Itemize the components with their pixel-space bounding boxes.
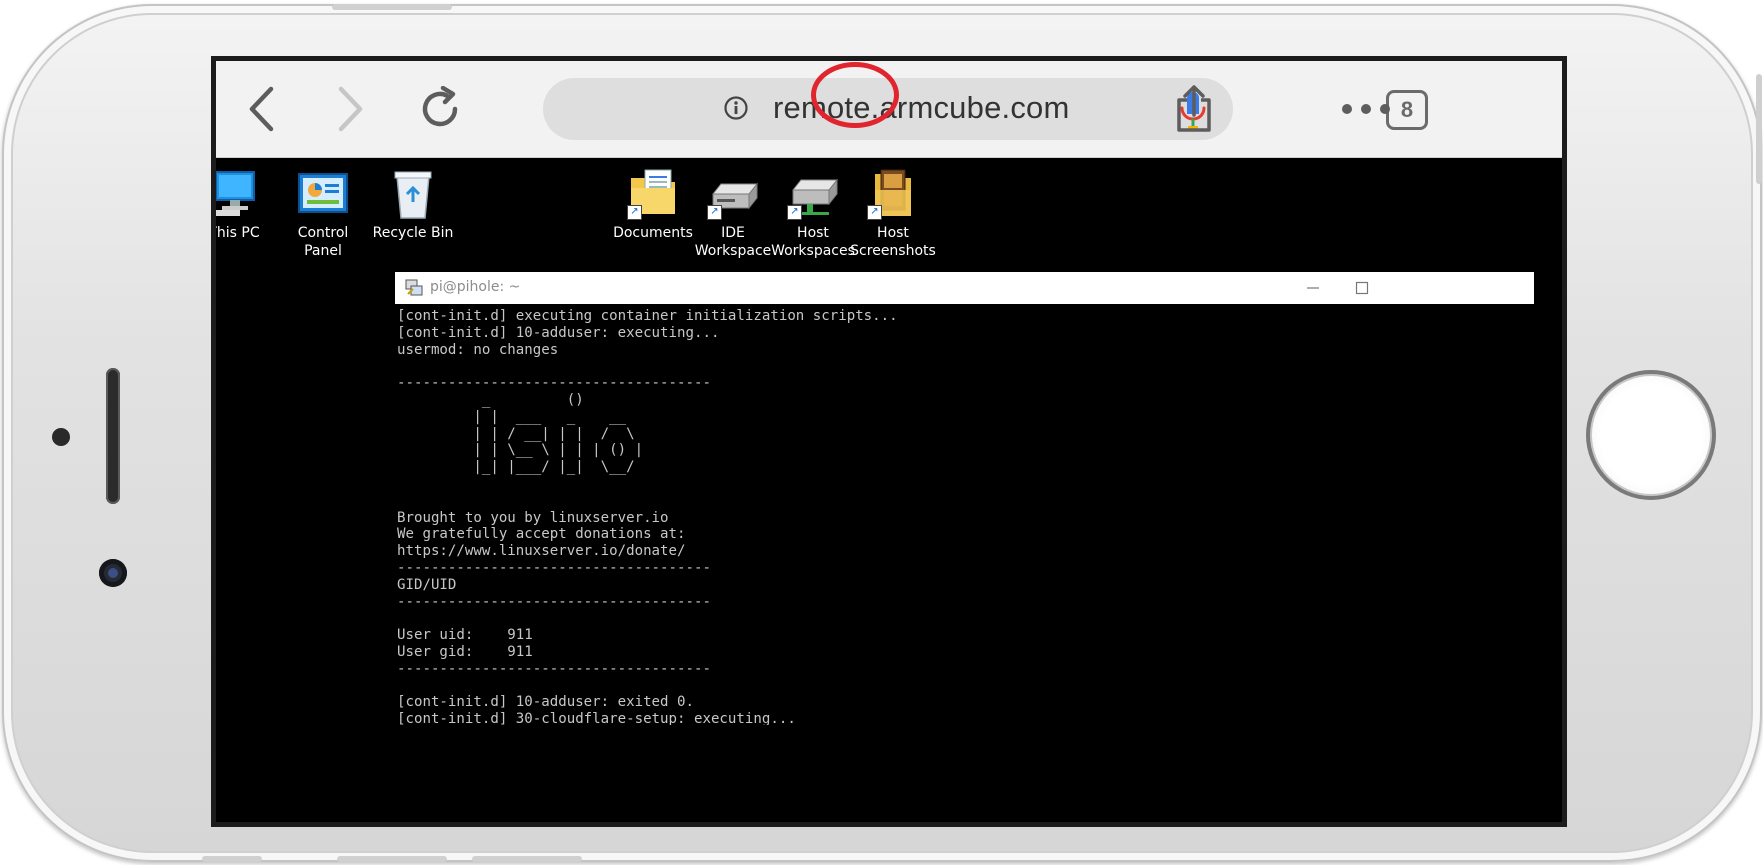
share-icon[interactable] (1164, 79, 1224, 139)
remote-desktop: This PC Control Panel Recycle Bin ↗ Docu… (216, 158, 1562, 822)
highlight-circle (811, 62, 899, 128)
terminal-line: [cont-init.d] 10-adduser: exited 0. (397, 694, 694, 711)
terminal-output[interactable]: [cont-init.d] executing container initia… (397, 308, 1527, 725)
terminal-line: [cont-init.d] executing container initia… (397, 308, 898, 324)
shortcut-arrow-icon: ↗ (707, 205, 722, 220)
mute-switch (202, 856, 262, 862)
terminal-line: ------------------------------------- (397, 559, 711, 576)
reload-icon[interactable] (410, 79, 470, 139)
power-button (1756, 74, 1762, 184)
desktop-icon-label: Host Screenshots (850, 225, 936, 259)
more-icon[interactable] (1336, 79, 1396, 139)
desktop-icon-recycle-bin[interactable]: Recycle Bin (368, 168, 458, 242)
desktop-icon-ide-workspace[interactable]: ↗ IDE Workspace (688, 168, 778, 260)
proximity-sensor (52, 428, 70, 446)
network-drive-icon: ↗ (787, 168, 839, 220)
terminal-line: User uid: 911 (397, 627, 533, 644)
desktop-icon-label: This PC (211, 225, 260, 241)
desktop-icon-host-screenshots[interactable]: ↗ Host Screenshots (848, 168, 938, 260)
terminal-line: ------------------------------------- (397, 375, 711, 392)
minimize-icon[interactable] (1298, 278, 1328, 298)
terminal-line: | | / __| | | / \ (397, 425, 635, 442)
terminal-title: pi@pihole: ~ (430, 279, 521, 295)
putty-icon (405, 278, 423, 303)
info-icon[interactable] (723, 95, 749, 126)
terminal-window[interactable]: pi@pihole: ~ [cont-init.d] executing con… (395, 272, 1534, 725)
volume-up-button (337, 856, 447, 862)
terminal-line: | | ___ _ __ (397, 408, 627, 425)
terminal-line: ------------------------------------- (397, 660, 711, 677)
desktop-icon-documents[interactable]: ↗ Documents (608, 168, 698, 242)
computer-icon (216, 168, 260, 220)
desktop-icon-host-workspaces[interactable]: ↗ Host Workspaces (768, 168, 858, 260)
volume-down-button (472, 856, 582, 862)
terminal-line: |_| |___/ |_| \__/ (397, 459, 635, 476)
desktop-icon-label: Documents (613, 225, 693, 241)
recycle-bin-icon (387, 168, 439, 220)
maximize-icon[interactable] (1347, 278, 1377, 298)
desktop-icon-label: Host Workspaces (771, 225, 855, 259)
terminal-line: ------------------------------------- (397, 593, 711, 610)
terminal-line: We gratefully accept donations at: (397, 526, 686, 543)
terminal-title-bar[interactable]: pi@pihole: ~ (395, 272, 1534, 304)
desktop-icon-label: Recycle Bin (372, 225, 454, 241)
drive-icon: ↗ (707, 168, 759, 220)
shortcut-arrow-icon: ↗ (867, 205, 882, 220)
earpiece-speaker (106, 368, 120, 504)
terminal-line: User gid: 911 (397, 643, 533, 660)
terminal-line: [cont-init.d] 10-adduser: executing... (397, 324, 720, 341)
desktop-icon-label: Control Panel (297, 225, 349, 259)
back-icon[interactable] (232, 79, 292, 139)
folder-pictures-icon: ↗ (867, 168, 919, 220)
terminal-line: https://www.linuxserver.io/donate/ (397, 543, 686, 560)
volume-button (332, 4, 452, 10)
terminal-line: | | \__ \ | | | () | (397, 442, 644, 459)
shortcut-arrow-icon: ↗ (627, 205, 642, 220)
terminal-line: Brought to you by linuxserver.io (397, 509, 669, 526)
folder-documents-icon: ↗ (627, 168, 679, 220)
phone-frame: remote.armcube.com 8 This PC Control Pan… (2, 4, 1762, 862)
desktop-icon-control-panel[interactable]: Control Panel (278, 168, 368, 260)
forward-icon[interactable] (320, 79, 380, 139)
terminal-line: [cont-init.d] 30-cloudflare-setup: execu… (397, 711, 796, 725)
shortcut-arrow-icon: ↗ (787, 205, 802, 220)
terminal-line: usermod: no changes (397, 341, 559, 358)
front-camera (99, 559, 127, 587)
phone-screen: remote.armcube.com 8 This PC Control Pan… (211, 56, 1567, 827)
terminal-line: _ () (397, 391, 584, 408)
terminal-line: GID/UID (397, 576, 457, 593)
home-button[interactable] (1586, 370, 1716, 500)
desktop-icon-label: IDE Workspace (694, 225, 772, 259)
control-panel-icon (297, 168, 349, 220)
desktop-icon-this-pc[interactable]: This PC (211, 168, 279, 242)
